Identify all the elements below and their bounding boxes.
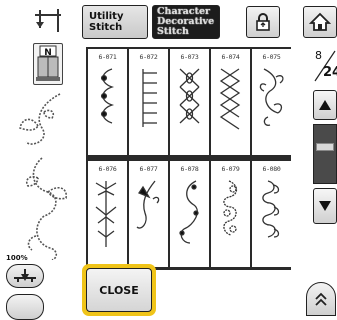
page-total: 24 bbox=[323, 65, 337, 80]
stitch-code: 6-074 bbox=[221, 53, 240, 61]
stitch-preview bbox=[14, 88, 76, 261]
zoom-label: 100% bbox=[6, 254, 28, 262]
stitch-code: 6-076 bbox=[98, 165, 117, 173]
tab-character-decorative-stitch[interactable]: Character Decorative Stitch bbox=[152, 5, 220, 39]
expand-icon bbox=[315, 292, 327, 306]
stitch-cell[interactable]: 6-077 bbox=[129, 161, 168, 267]
stitch-cell[interactable]: 6-079 bbox=[211, 161, 250, 267]
stitch-code: 6-078 bbox=[180, 165, 199, 173]
stitch-code: 6-079 bbox=[221, 165, 240, 173]
lock-icon bbox=[256, 13, 270, 31]
page-current: 8 bbox=[315, 49, 322, 62]
scroll-up-icon bbox=[319, 100, 331, 110]
stitch-cell[interactable]: 6-080 bbox=[252, 161, 291, 267]
tab-utility-stitch[interactable]: Utility Stitch bbox=[82, 5, 148, 39]
stitch-code: 6-077 bbox=[139, 165, 158, 173]
stitch-cell[interactable]: 6-071 bbox=[88, 49, 127, 155]
stitch-cell[interactable]: 6-075 bbox=[252, 49, 291, 155]
stitch-code: 6-073 bbox=[180, 53, 199, 61]
tab-utility-line-1: Utility bbox=[89, 11, 124, 22]
scrollbar-thumb[interactable] bbox=[316, 143, 334, 151]
stitch-cell[interactable]: 6-076 bbox=[88, 161, 127, 267]
tab-utility-line-2: Stitch bbox=[89, 22, 123, 33]
scrollbar-track[interactable] bbox=[313, 124, 337, 184]
stitch-code: 6-080 bbox=[262, 165, 281, 173]
stitch-code: 6-075 bbox=[262, 53, 281, 61]
needle-position-icon[interactable] bbox=[31, 6, 65, 40]
scroll-up-button[interactable] bbox=[313, 90, 337, 120]
scroll-down-button[interactable] bbox=[313, 188, 337, 224]
stitch-cell[interactable]: 6-074 bbox=[211, 49, 250, 155]
stitch-cell[interactable]: 6-072 bbox=[129, 49, 168, 155]
needle-down-icon bbox=[14, 269, 36, 282]
stitch-grid: 6-071 6-072 6-073 6-074 6-075 6-076 6-07… bbox=[86, 47, 291, 270]
close-highlight: CLOSE bbox=[82, 264, 156, 316]
presser-foot-n-icon[interactable]: N bbox=[33, 43, 63, 85]
home-icon bbox=[309, 12, 331, 31]
scroll-down-icon bbox=[319, 201, 331, 211]
close-button[interactable]: CLOSE bbox=[86, 268, 152, 312]
page-indicator: 8 24 bbox=[313, 47, 337, 83]
expand-button[interactable] bbox=[306, 282, 336, 316]
needle-down-button[interactable] bbox=[6, 264, 44, 288]
stitch-code: 6-072 bbox=[139, 53, 158, 61]
home-button[interactable] bbox=[303, 6, 337, 38]
lock-button[interactable] bbox=[246, 6, 280, 38]
stitch-cell[interactable]: 6-073 bbox=[170, 49, 209, 155]
tab-character-line-3: Stitch bbox=[157, 26, 189, 37]
partial-left-button[interactable] bbox=[6, 294, 44, 320]
stitch-code: 6-071 bbox=[98, 53, 117, 61]
stitch-cell[interactable]: 6-078 bbox=[170, 161, 209, 267]
